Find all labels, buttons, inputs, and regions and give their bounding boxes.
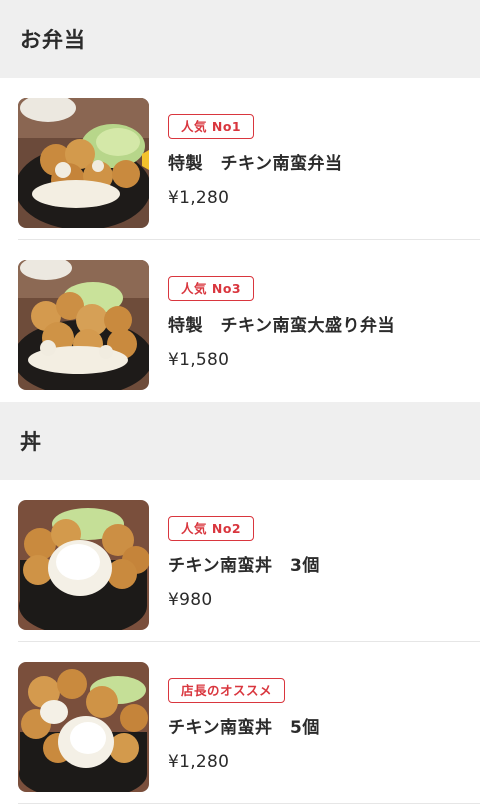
item-price: ¥980 [168, 590, 213, 610]
item-price: ¥1,280 [168, 188, 230, 208]
section-title: お弁当 [20, 28, 86, 52]
popularity-badge: 人気 No3 [168, 276, 255, 301]
item-price: ¥1,280 [168, 752, 230, 772]
section-header-donburi: 丼 [0, 402, 480, 480]
item-name: 特製 チキン南蛮大盛り弁当 [168, 316, 395, 336]
menu-item[interactable]: 人気 No1 特製 チキン南蛮弁当 ¥1,280 [0, 78, 480, 240]
item-price: ¥1,580 [168, 350, 230, 370]
food-photo[interactable] [18, 662, 149, 792]
item-name: 特製 チキン南蛮弁当 [168, 154, 343, 174]
food-photo[interactable] [18, 260, 149, 390]
food-photo[interactable] [18, 98, 149, 228]
food-photo[interactable] [18, 500, 149, 630]
section-header-bento: お弁当 [0, 0, 480, 78]
section-title: 丼 [20, 430, 42, 454]
menu-item[interactable]: 人気 No3 特製 チキン南蛮大盛り弁当 ¥1,580 [0, 240, 480, 402]
item-name: チキン南蛮丼 3個 [168, 556, 320, 576]
popularity-badge: 人気 No2 [168, 516, 255, 541]
menu-item[interactable]: 人気 No2 チキン南蛮丼 3個 ¥980 [0, 480, 480, 642]
menu-page: お弁当 人気 No1 特製 チキン南蛮弁当 ¥1,280 人気 No3 特製 チ… [0, 0, 480, 809]
recommendation-badge: 店長のオススメ [168, 678, 286, 703]
item-name: チキン南蛮丼 5個 [168, 718, 320, 738]
divider [18, 803, 480, 804]
menu-item[interactable]: 店長のオススメ チキン南蛮丼 5個 ¥1,280 [0, 642, 480, 804]
popularity-badge: 人気 No1 [168, 114, 255, 139]
